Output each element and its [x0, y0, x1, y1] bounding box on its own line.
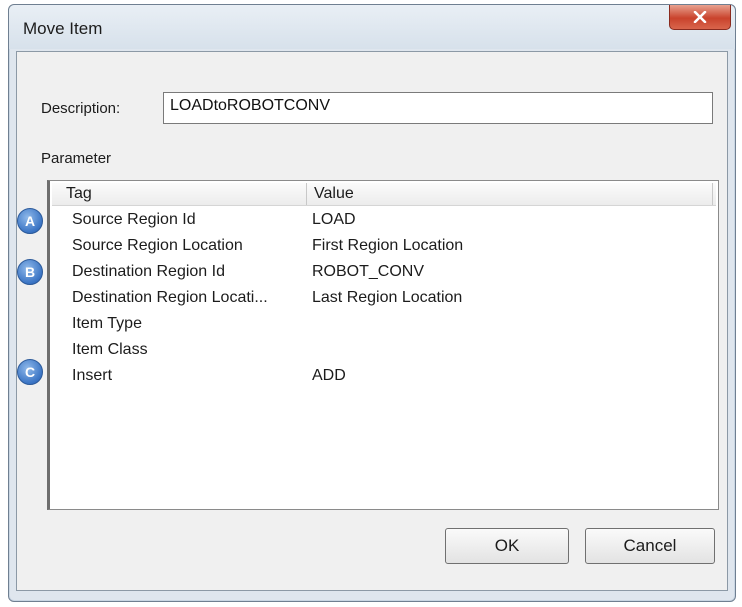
parameter-label: Parameter	[41, 150, 112, 167]
grid-row[interactable]: Source Region Location First Region Loca…	[50, 235, 714, 261]
title-bar[interactable]: Move Item	[9, 5, 735, 49]
row-value[interactable]: ROBOT_CONV	[312, 263, 424, 281]
column-header-value[interactable]: Value	[314, 185, 354, 203]
callout-marker-b: B	[17, 259, 43, 285]
close-x-icon	[693, 11, 707, 23]
column-separator[interactable]	[712, 183, 713, 205]
column-header-tag[interactable]: Tag	[66, 185, 92, 203]
cancel-button[interactable]: Cancel	[585, 528, 715, 564]
row-value[interactable]: LOAD	[312, 211, 356, 229]
row-tag: Item Class	[72, 341, 148, 358]
grid-row[interactable]: Destination Region Id ROBOT_CONV	[50, 261, 714, 287]
grid-row[interactable]: Item Type	[50, 313, 714, 339]
row-tag: Destination Region Locati...	[72, 289, 268, 306]
description-field[interactable]: LOADtoROBOTCONV	[163, 92, 713, 124]
row-value[interactable]: First Region Location	[312, 237, 463, 255]
description-label: Description:	[41, 100, 121, 117]
ok-button[interactable]: OK	[445, 528, 569, 564]
grid-row[interactable]: Source Region Id LOAD	[50, 209, 714, 235]
grid-header: Tag Value	[52, 183, 716, 206]
row-value[interactable]: Last Region Location	[312, 289, 462, 307]
row-tag: Insert	[72, 367, 113, 384]
callout-marker-c: C	[17, 359, 43, 385]
dialog-body: Description: LOADtoROBOTCONV Parameter T…	[16, 51, 728, 591]
parameter-grid[interactable]: Tag Value Source Region Id LOAD Source R…	[47, 180, 719, 510]
close-button[interactable]	[669, 5, 731, 30]
row-tag: Source Region Location	[72, 237, 243, 254]
row-tag: Destination Region Id	[72, 263, 225, 280]
row-tag: Item Type	[72, 315, 142, 332]
column-separator[interactable]	[306, 183, 307, 205]
row-value[interactable]: ADD	[312, 367, 346, 385]
grid-row[interactable]: Insert ADD	[50, 365, 714, 391]
grid-row[interactable]: Item Class	[50, 339, 714, 365]
row-tag: Source Region Id	[72, 211, 196, 228]
move-item-dialog: Move Item Description: LOADtoROBOTCONV P…	[8, 4, 736, 602]
grid-row[interactable]: Destination Region Locati... Last Region…	[50, 287, 714, 313]
callout-marker-a: A	[17, 208, 43, 234]
dialog-title: Move Item	[23, 19, 103, 38]
